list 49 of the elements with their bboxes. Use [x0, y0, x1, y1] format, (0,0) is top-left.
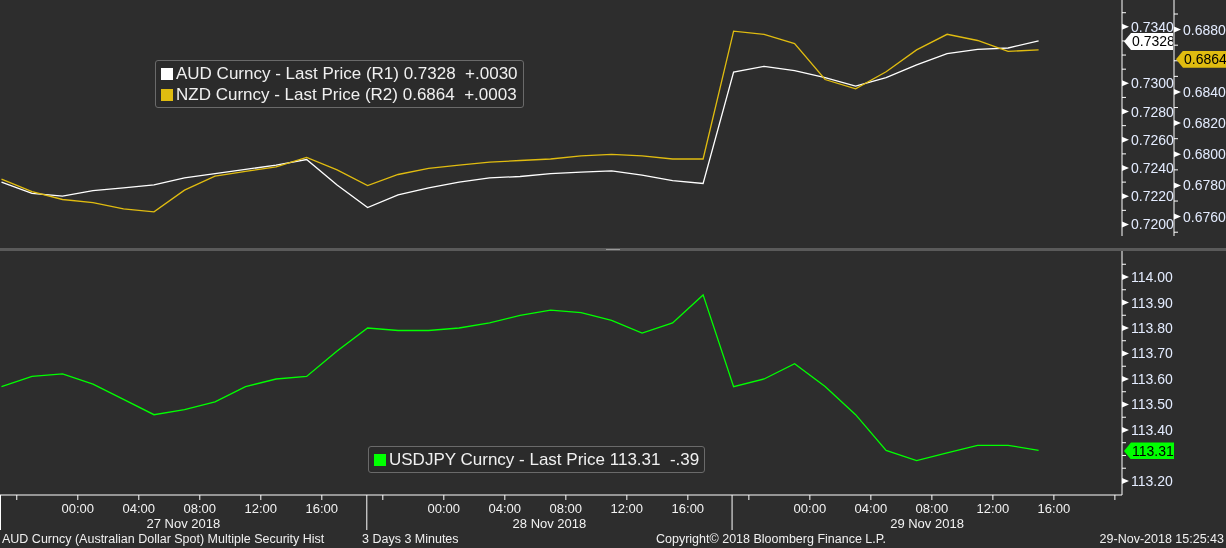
axis-label: 113.50 — [1131, 396, 1173, 413]
axis-label: 0.7240 — [1131, 160, 1174, 176]
axis-label: 113.20 — [1131, 473, 1173, 489]
axis-label: 113.90 — [1131, 294, 1173, 311]
axis-label: 113.60 — [1131, 371, 1173, 387]
axis-label: 08:00 — [183, 501, 217, 516]
legend-label: USDJPY Curncy - Last Price 113.31 -.39 — [389, 448, 700, 471]
axis-label: 0.6880 — [1183, 21, 1226, 38]
legend-label: AUD Curncy - Last Price (R1) 0.7328 +.0030 — [176, 62, 518, 85]
axis-label: 0.7280 — [1131, 103, 1174, 120]
axis-label: 0.6840 — [1183, 83, 1226, 100]
price-tag: 113.31 — [1124, 442, 1174, 460]
axis-label: 0.7220 — [1131, 188, 1174, 205]
date-label: 29 Nov 2018 — [890, 516, 964, 530]
axis-label: 16:00 — [305, 501, 339, 516]
date-label: 27 Nov 2018 — [146, 516, 221, 530]
axis-label: 00:00 — [61, 501, 95, 516]
axis-label: 0.7260 — [1131, 131, 1174, 148]
axis-label: 00:00 — [427, 501, 461, 516]
axis-label: 0.7200 — [1131, 216, 1174, 233]
axis-label: 12:00 — [610, 501, 644, 516]
axis-label: 0.6780 — [1183, 177, 1226, 194]
resize-handle[interactable] — [606, 249, 620, 250]
status-range: 3 Days 3 Minutes — [362, 530, 460, 548]
price-tag: 0.6864 — [1176, 50, 1226, 68]
axis-label: 08:00 — [915, 501, 949, 516]
axis-label: 16:00 — [671, 501, 705, 516]
axis-label: 0.6820 — [1183, 115, 1226, 132]
axis-label: 114.00 — [1131, 269, 1173, 285]
date-label: 28 Nov 2018 — [512, 516, 587, 530]
legend-label: NZD Curncy - Last Price (R2) 0.6864 +.0003 — [176, 83, 517, 106]
axis-label: 16:00 — [1037, 501, 1071, 516]
axis-label: 113.80 — [1131, 320, 1173, 336]
axis-label: 113.70 — [1131, 345, 1173, 362]
copyright-text: Copyright© 2018 Bloomberg Finance L.P. — [656, 530, 887, 548]
axis-label: 0.6800 — [1183, 146, 1226, 163]
axis-label: 12:00 — [244, 501, 278, 516]
axis-label: 0.7340 — [1131, 18, 1174, 35]
axis-label: 0.7300 — [1131, 75, 1174, 92]
axis-label: 04:00 — [488, 501, 522, 516]
axis-label: 0.6760 — [1183, 208, 1226, 225]
axis-label: 113.40 — [1131, 422, 1173, 438]
axis-label: 12:00 — [976, 501, 1010, 516]
axis-label: 00:00 — [793, 501, 827, 516]
status-description: AUD Curncy (Australian Dollar Spot) Multiple Security Hist — [2, 530, 326, 548]
axis-label: 04:00 — [854, 501, 888, 516]
axis-label: 08:00 — [549, 501, 583, 516]
status-timestamp: 29-Nov-2018 15:25:43 — [1099, 530, 1224, 548]
axis-label: 04:00 — [122, 501, 156, 516]
